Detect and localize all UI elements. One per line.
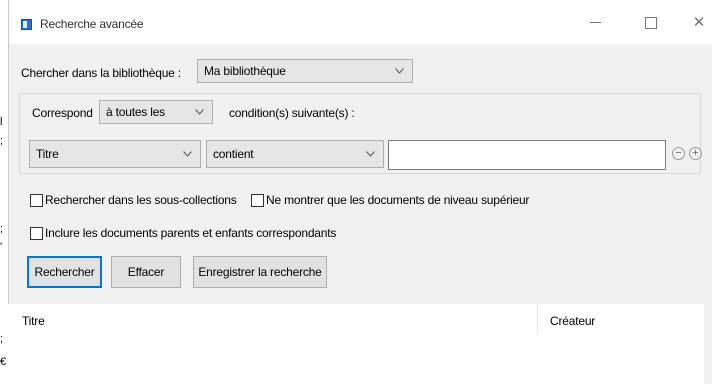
library-select[interactable]: Ma bibliothèque — [197, 59, 413, 83]
clear-button[interactable]: Effacer — [111, 256, 181, 288]
search-button[interactable]: Rechercher — [27, 256, 102, 288]
background-text: € — [0, 356, 7, 368]
results-table[interactable] — [8, 304, 704, 384]
close-button[interactable]: ✕ — [679, 8, 712, 38]
condition-field-value: Titre — [36, 147, 59, 161]
background-text: ' — [0, 241, 3, 253]
subcollections-label: Rechercher dans les sous-collections — [45, 193, 237, 207]
title-bar: Recherche avancée ✕ — [9, 0, 712, 44]
minimize-icon — [589, 22, 601, 24]
app-icon — [21, 19, 32, 30]
include-parents-label: Inclure les documents parents et enfants… — [45, 226, 337, 240]
background-text: ; — [0, 135, 4, 147]
minus-icon: − — [675, 147, 682, 159]
condition-operator-value: contient — [213, 147, 254, 161]
column-header-creator[interactable]: Créateur — [550, 314, 595, 328]
column-header-title[interactable]: Titre — [22, 314, 45, 328]
chevron-down-icon — [395, 60, 404, 74]
subcollections-checkbox[interactable] — [30, 194, 43, 207]
background-text: l — [0, 116, 3, 128]
library-select-value: Ma bibliothèque — [204, 64, 286, 78]
minimize-button[interactable] — [575, 8, 615, 38]
match-select[interactable]: à toutes les — [99, 100, 213, 124]
library-label: Chercher dans la bibliothèque : — [21, 66, 181, 80]
background-text: ; — [0, 223, 4, 235]
save-search-button[interactable]: Enregistrer la recherche — [193, 256, 327, 288]
include-parents-checkbox[interactable] — [30, 227, 43, 240]
chevron-down-icon — [366, 141, 375, 157]
close-icon: ✕ — [692, 14, 706, 31]
match-suffix-label: condition(s) suivante(s) : — [229, 106, 355, 120]
chevron-down-icon — [183, 141, 192, 157]
condition-operator-select[interactable]: contient — [206, 140, 384, 168]
top-level-label: Ne montrer que les documents de niveau s… — [266, 193, 530, 207]
maximize-button[interactable] — [631, 8, 671, 38]
column-divider[interactable] — [537, 304, 538, 334]
plus-icon: + — [692, 147, 699, 159]
condition-field-select[interactable]: Titre — [29, 140, 201, 168]
add-condition-button[interactable]: + — [689, 147, 702, 160]
remove-condition-button[interactable]: − — [672, 147, 685, 160]
condition-value-input[interactable] — [388, 140, 666, 170]
maximize-icon — [645, 16, 657, 29]
match-label: Correspond — [32, 106, 93, 120]
chevron-down-icon — [195, 101, 204, 115]
window-title: Recherche avancée — [40, 17, 144, 31]
top-level-checkbox[interactable] — [251, 194, 264, 207]
background-text: ; — [0, 333, 4, 345]
match-select-value: à toutes les — [106, 105, 165, 119]
